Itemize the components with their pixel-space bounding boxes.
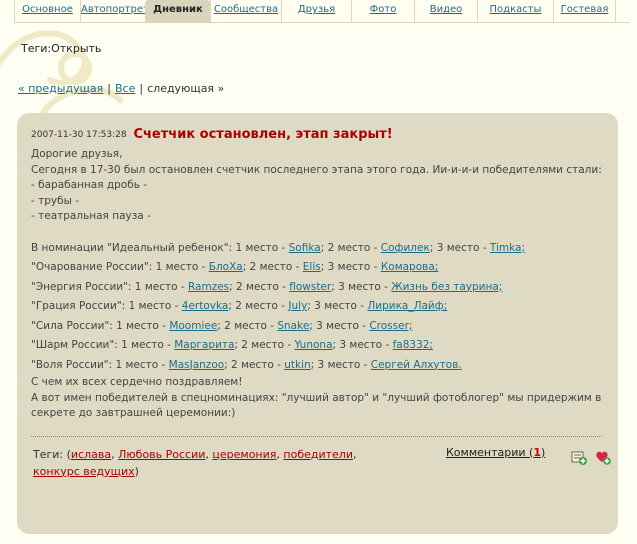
place-3-label: ; 3 место - [429,241,490,254]
winner-3-link[interactable]: Лирика_Лайф; [367,300,447,312]
nomination-line: "Воля России": 1 место - MasJanzoo; 2 ме… [31,356,602,376]
tags-label: Теги: [33,447,64,461]
winner-1-link[interactable]: 4ertovka [182,300,229,312]
nomination-name: "Энергия России": 1 место - [31,280,188,293]
congrats-text: С чем их всех сердечно поздравляем! [31,376,243,388]
place-2-label: ; 2 место - [320,241,381,254]
nomination-name: В номинации "Идеальный ребенок": 1 место… [31,241,289,254]
place-3-label: ; 3 место - [332,339,393,351]
profile-tabs: Основное Автопортрет Дневник Сообщества Друз… [14,0,630,23]
tab-6[interactable]: Фото [351,0,414,22]
nomination-line: "Энергия России": 1 место - Ramzes; 2 ме… [31,278,602,298]
winner-1-link[interactable]: MasJanzoo [169,359,225,371]
winner-1-link[interactable]: Moomiee [169,320,217,332]
comments-link[interactable]: Комментарии (1) [446,446,545,459]
tab-1[interactable]: Основное [14,0,80,22]
special-nominations-text: А вот имен победителей в спецноминациях:… [31,391,602,420]
place-3-label: ; 3 место - [307,300,368,312]
winner-3-link[interactable]: Жизнь без таурина; [391,281,502,293]
tab-9[interactable]: Гостевая [553,0,616,22]
tab-7[interactable]: Видео [414,0,477,22]
all-link[interactable]: Все [115,82,135,95]
winner-1-link[interactable]: Маргарита [174,339,234,351]
intro-line: - трубы - [31,194,80,207]
nomination-line: "Грация России": 1 место - 4ertovka; 2 м… [31,297,602,317]
tag-link[interactable]: Любовь России [118,448,205,461]
nomination-line: "Сила России": 1 место - Moomiee; 2 мест… [31,317,602,337]
comments-label: Комментарии ( [446,445,534,459]
nomination-line: "Шарм России": 1 место - Маргарита; 2 ме… [31,336,602,356]
tag-link[interactable]: ислава [71,448,111,461]
comments-close: ) [540,445,546,459]
place-2-label: ; 2 место - [242,261,303,273]
winner-2-link[interactable]: flowster [289,281,331,293]
place-2-label: ; 2 место - [224,358,285,371]
winner-3-link[interactable]: Сергей Алхутов. [371,359,462,371]
winner-3-link[interactable]: Crosser; [369,320,412,332]
nomination-name: "Очарование России": 1 место - [31,261,209,273]
winner-2-link[interactable]: Elis [303,261,321,273]
entry-tags: Теги: (ислава, Любовь России, церемония,… [33,447,357,478]
winner-2-link[interactable]: Snake [277,320,309,332]
winner-3-link[interactable]: fa8332; [393,339,433,351]
place-3-label: ; 3 место - [320,261,381,273]
winner-2-link[interactable]: July [288,300,307,312]
winner-1-link[interactable]: Sofika [289,242,321,254]
nomination-line: В номинации "Идеальный ребенок": 1 место… [31,239,602,259]
intro-line: Сегодня в 17-30 был остановлен счетчик п… [31,163,602,176]
next-label: следующая » [147,82,225,95]
diary-entry: 2007-11-30 17:53:28 Счетчик остановлен, … [17,113,618,534]
add-comment-icon[interactable] [571,449,587,465]
tag-link[interactable]: церемония [212,448,276,461]
winner-1-link[interactable]: Ramzes [188,281,229,293]
tab-8[interactable]: Подкасты [477,0,553,22]
comments-count: 1 [533,445,541,459]
tab-2[interactable]: Автопортрет [80,0,149,22]
tab-3[interactable]: Дневник [145,0,210,22]
entry-footer: Теги: (ислава, Любовь России, церемония,… [31,437,611,487]
tags-open-link[interactable]: Теги:Открыть [21,42,101,55]
intro-line: - театральная пауза - [31,210,151,222]
tag-link[interactable]: конкурс ведущих [33,465,135,478]
heart-plus-icon[interactable] [595,449,611,465]
entry-body: Дорогие друзья, Сегодня в 17-30 был остан… [31,147,602,422]
place-3-label: ; 3 место - [310,358,371,371]
place-3-label: ; 3 место - [331,280,392,293]
nomination-name: "Воля России": 1 место - [31,358,169,371]
nomination-name: "Грация России": 1 место - [31,300,182,312]
intro-line: Дорогие друзья, [31,148,123,160]
background-ornament [0,30,123,123]
winner-2-link[interactable]: Yunona [294,339,332,351]
nomination-line: "Очарование России": 1 место - БлоХа; 2 … [31,258,602,278]
nomination-name: "Сила России": 1 место - [31,319,170,332]
place-2-label: ; 2 место - [229,280,290,293]
nomination-name: "Шарм России": 1 место - [31,339,175,351]
intro-line: - барабанная дробь - [31,179,148,191]
winner-2-link[interactable]: Софилек [381,242,430,254]
tab-4[interactable]: Сообщества [210,0,281,22]
place-3-label: ; 3 место - [309,319,370,332]
entry-date: 2007-11-30 17:53:28 [31,130,127,140]
entry-header: 2007-11-30 17:53:28 Счетчик остановлен, … [31,127,602,142]
prev-link[interactable]: « предыдущая [18,82,103,95]
nominations-list: В номинации "Идеальный ребенок": 1 место… [31,239,602,376]
pager: « предыдущая | Все | следующая » [18,82,225,95]
winner-3-link[interactable]: Комарова; [381,261,438,273]
entry-title: Счетчик остановлен, этап закрыт! [133,127,393,142]
entry-intro: Дорогие друзья, Сегодня в 17-30 был остан… [31,147,602,225]
tab-5[interactable]: Друзья [281,0,351,22]
place-2-label: ; 2 место - [217,319,278,332]
winner-3-link[interactable]: Timka; [490,242,525,254]
place-2-label: ; 2 место - [234,339,295,351]
winner-1-link[interactable]: БлоХа [209,261,243,273]
tag-link[interactable]: победители [283,448,353,461]
winner-2-link[interactable]: utkin [284,359,310,371]
place-2-label: ; 2 место - [228,300,289,312]
